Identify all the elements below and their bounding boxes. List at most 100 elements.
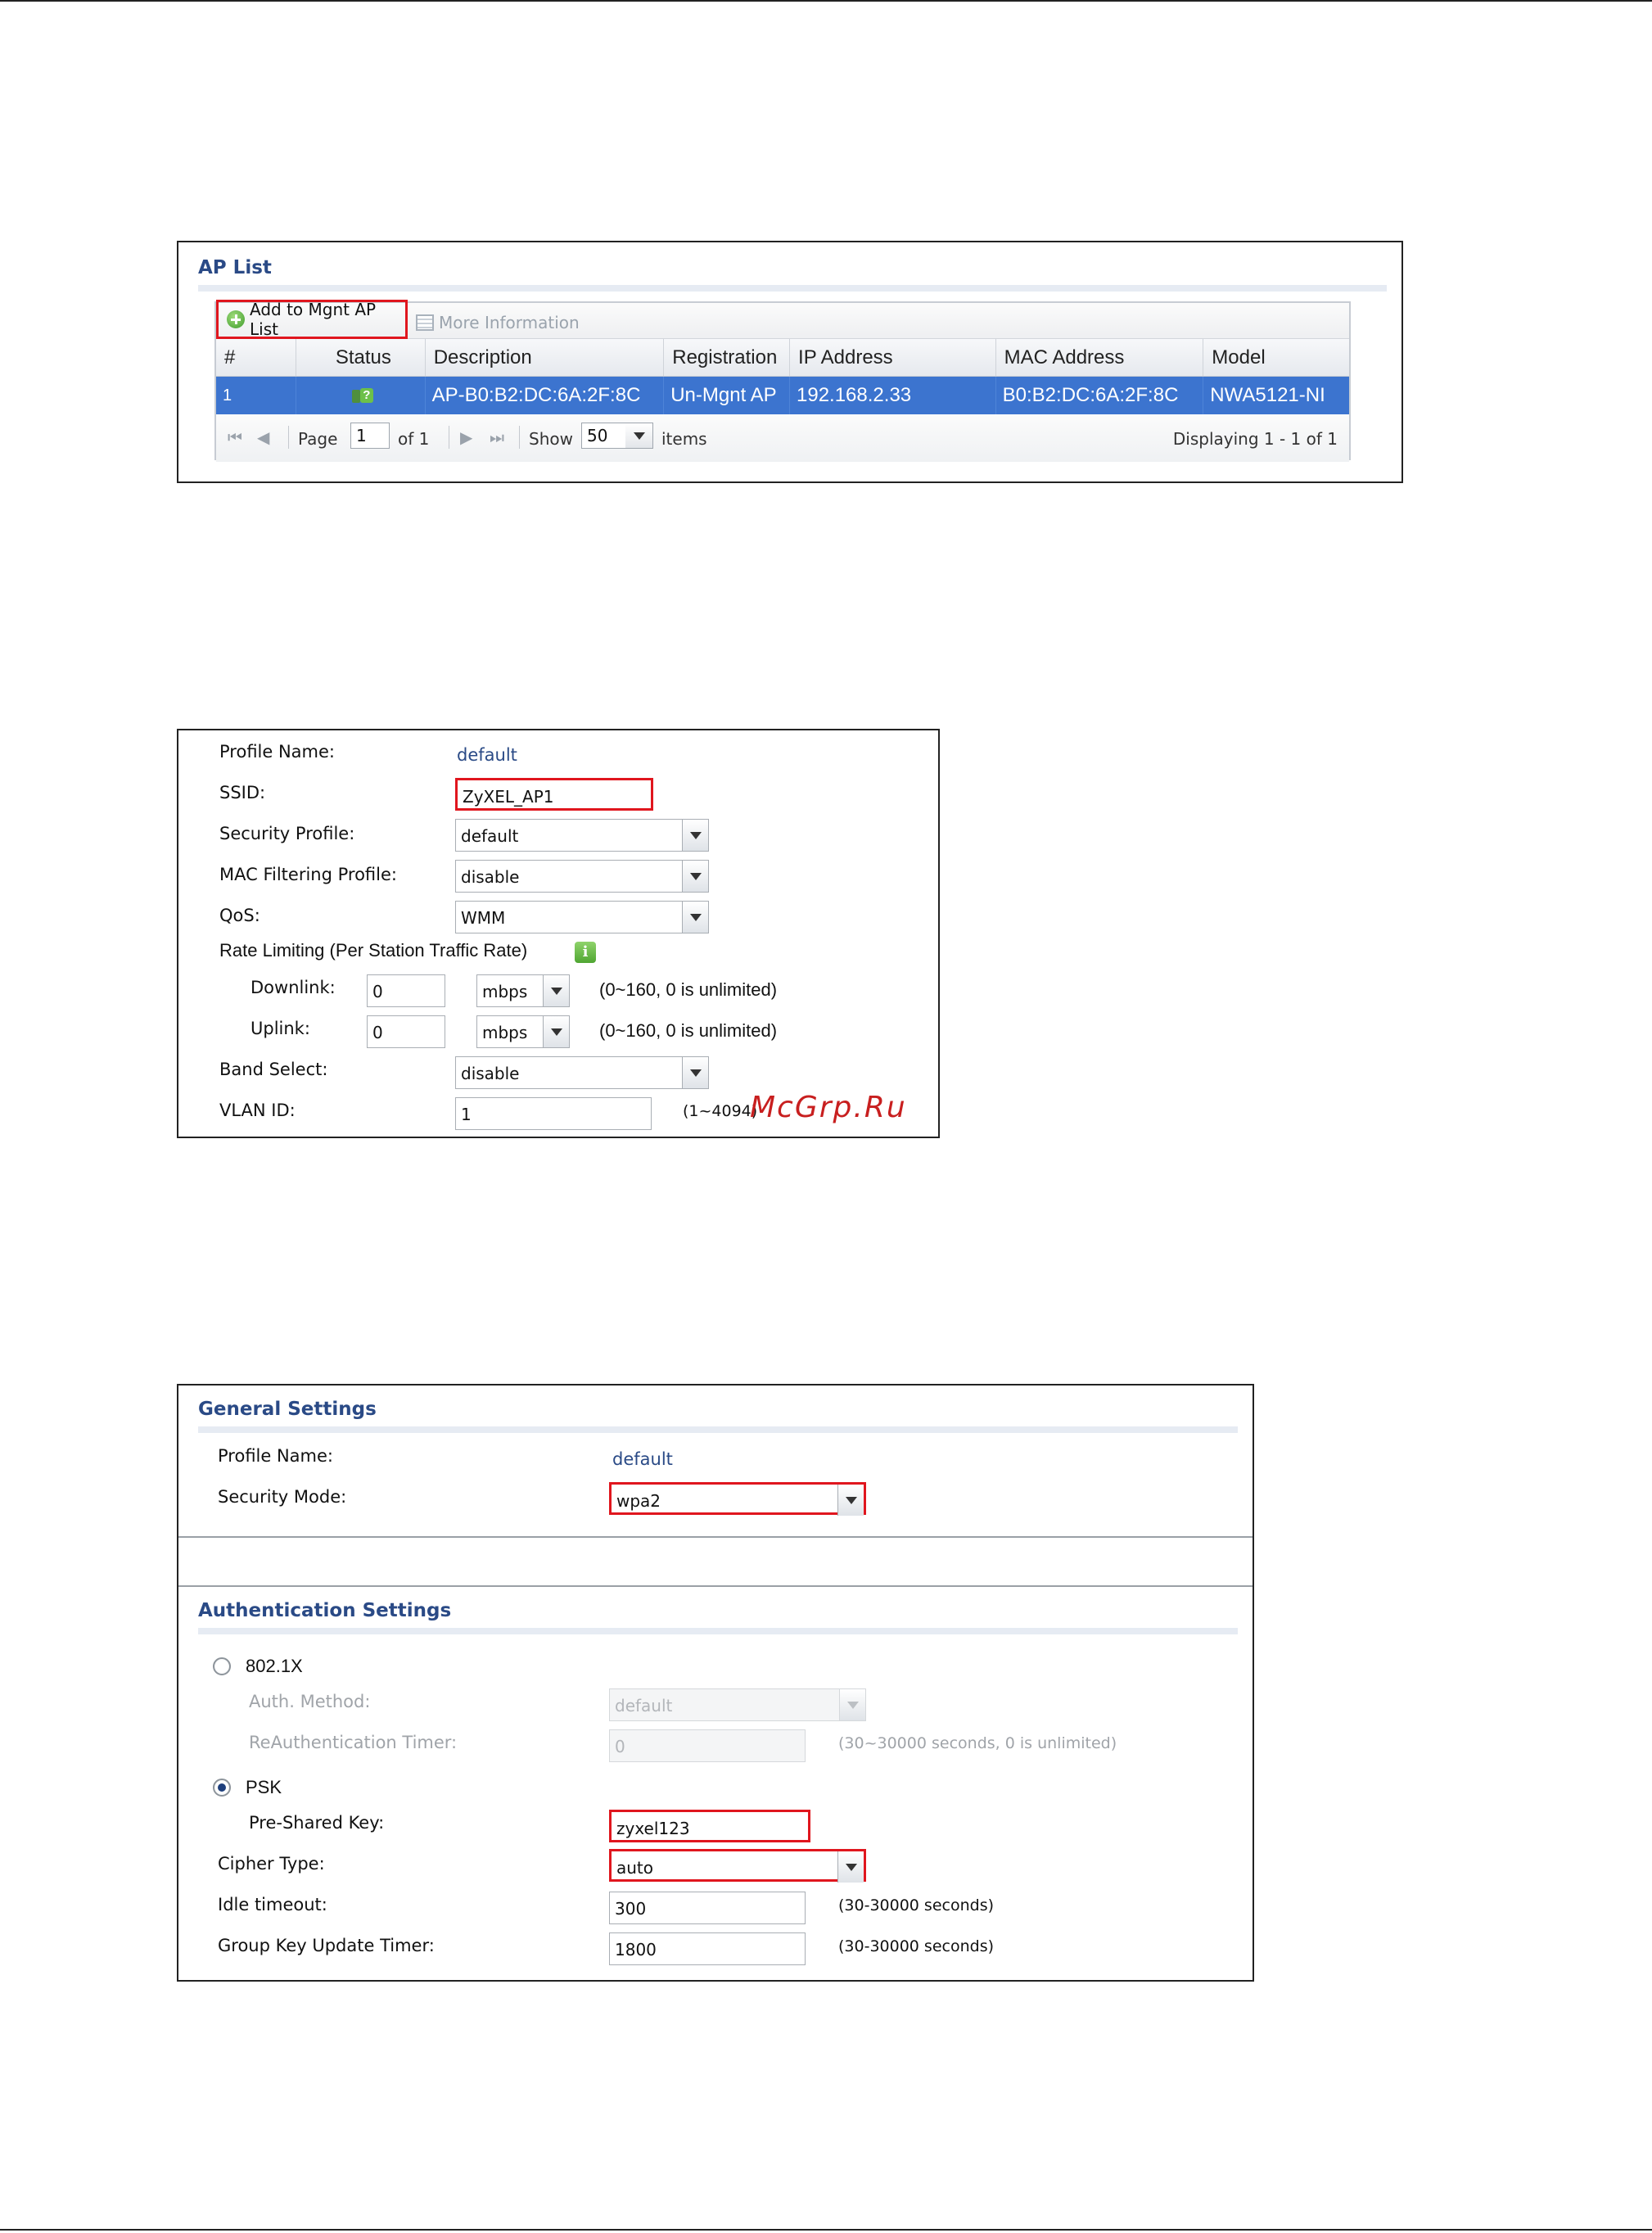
authentication-settings-title: Authentication Settings bbox=[198, 1600, 452, 1621]
security-profile-panel: General Settings Profile Name: default S… bbox=[177, 1384, 1254, 1982]
radio-psk[interactable] bbox=[213, 1779, 231, 1797]
downlink-input[interactable]: 0 bbox=[367, 974, 445, 1007]
security-profile-select[interactable]: default bbox=[455, 819, 709, 852]
security-profile-value: default bbox=[461, 826, 519, 846]
cipher-type-select[interactable]: auto bbox=[609, 1849, 866, 1883]
cell-status bbox=[296, 377, 426, 414]
radio-8021x[interactable] bbox=[213, 1657, 231, 1675]
downlink-hint: (0~160, 0 is unlimited) bbox=[599, 979, 778, 1000]
auth-method-label: Auth. Method: bbox=[249, 1692, 371, 1711]
ap-list-grid: Add to Mgnt AP List More Information # S… bbox=[214, 300, 1351, 462]
uplink-input[interactable]: 0 bbox=[367, 1015, 445, 1048]
idle-timeout-hint: (30-30000 seconds) bbox=[838, 1896, 994, 1914]
vlan-id-input[interactable]: 1 bbox=[455, 1097, 652, 1130]
column-header-ip-address[interactable]: IP Address bbox=[790, 339, 996, 376]
security-profile-label: Security Profile: bbox=[219, 824, 355, 843]
info-icon[interactable]: i bbox=[575, 942, 596, 963]
vlan-id-hint: (1~4094) bbox=[683, 1102, 758, 1120]
pre-shared-key-input[interactable]: zyxel123 bbox=[609, 1810, 810, 1842]
ap-list-title: AP List bbox=[198, 257, 272, 278]
mac-filtering-profile-select[interactable]: disable bbox=[455, 860, 709, 893]
section-divider bbox=[178, 1536, 1253, 1538]
pager-separator bbox=[519, 426, 520, 449]
mac-filtering-profile-label: MAC Filtering Profile: bbox=[219, 865, 397, 884]
security-mode-label: Security Mode: bbox=[218, 1487, 347, 1507]
profile-name-label: Profile Name: bbox=[218, 1446, 334, 1466]
radio-psk-label: PSK bbox=[246, 1777, 282, 1797]
column-header-registration[interactable]: Registration bbox=[664, 339, 791, 376]
cell-ip-address: 192.168.2.33 bbox=[790, 377, 996, 414]
next-page-icon[interactable]: ▶ bbox=[460, 427, 472, 447]
general-settings-rule bbox=[198, 1426, 1238, 1433]
auth-method-select[interactable]: default bbox=[609, 1688, 866, 1721]
chevron-down-icon[interactable] bbox=[837, 1485, 864, 1516]
band-select-select[interactable]: disable bbox=[455, 1056, 709, 1089]
profile-name-label: Profile Name: bbox=[219, 742, 336, 762]
column-header-index[interactable]: # bbox=[216, 339, 296, 376]
first-page-icon[interactable]: ⏮ bbox=[228, 427, 242, 447]
qos-value: WMM bbox=[461, 908, 506, 928]
general-settings-title: General Settings bbox=[198, 1399, 377, 1420]
profile-name-value: default bbox=[457, 745, 517, 765]
downlink-unit-select[interactable]: mbps bbox=[476, 974, 570, 1007]
displaying-count: Displaying 1 - 1 of 1 bbox=[1172, 429, 1338, 449]
uplink-unit-select[interactable]: mbps bbox=[476, 1015, 570, 1048]
group-key-update-timer-input[interactable]: 1800 bbox=[609, 1932, 806, 1965]
page-label: Page bbox=[298, 429, 338, 449]
ssid-input[interactable]: ZyXEL_AP1 bbox=[455, 778, 653, 811]
cell-mac-address: B0:B2:DC:6A:2F:8C bbox=[996, 377, 1204, 414]
document-icon bbox=[416, 314, 434, 331]
auth-method-value: default bbox=[615, 1696, 673, 1715]
pre-shared-key-label: Pre-Shared Key: bbox=[249, 1813, 385, 1833]
column-header-mac-address[interactable]: MAC Address bbox=[996, 339, 1204, 376]
security-mode-select[interactable]: wpa2 bbox=[609, 1482, 866, 1516]
chevron-down-icon[interactable] bbox=[682, 820, 708, 851]
more-information-button[interactable]: More Information bbox=[411, 303, 580, 342]
chevron-down-icon[interactable] bbox=[837, 1851, 864, 1883]
table-row[interactable]: 1 AP-B0:B2:DC:6A:2F:8C Un-Mgnt AP 192.16… bbox=[216, 377, 1349, 414]
security-mode-value: wpa2 bbox=[616, 1491, 661, 1511]
group-key-update-timer-label: Group Key Update Timer: bbox=[218, 1936, 435, 1955]
ssid-profile-panel: Profile Name: default SSID: ZyXEL_AP1 Se… bbox=[177, 729, 940, 1138]
section-divider bbox=[178, 1585, 1253, 1587]
ap-list-panel: AP List Add to Mgnt AP List More Informa… bbox=[177, 241, 1403, 483]
downlink-unit-value: mbps bbox=[482, 982, 528, 1001]
cell-registration: Un-Mgnt AP bbox=[664, 377, 790, 414]
chevron-down-icon[interactable] bbox=[682, 861, 708, 892]
column-header-model[interactable]: Model bbox=[1203, 339, 1349, 376]
page-number-input[interactable]: 1 bbox=[350, 423, 390, 449]
qos-select[interactable]: WMM bbox=[455, 901, 709, 933]
last-page-icon[interactable]: ⏭ bbox=[490, 427, 504, 447]
chevron-down-icon[interactable] bbox=[543, 975, 569, 1006]
ap-unknown-status-icon bbox=[351, 386, 373, 405]
page-top-rule bbox=[0, 0, 1652, 2]
idle-timeout-label: Idle timeout: bbox=[218, 1895, 327, 1914]
band-select-value: disable bbox=[461, 1064, 520, 1083]
ssid-label: SSID: bbox=[219, 783, 266, 802]
profile-name-value: default bbox=[612, 1449, 673, 1469]
radio-8021x-label: 802.1X bbox=[246, 1656, 303, 1676]
column-header-status[interactable]: Status bbox=[296, 339, 426, 376]
pagination-bar: ⏮ ◀ Page 1 of 1 ▶ ⏭ Show 50 items Displa… bbox=[216, 414, 1349, 462]
show-label: Show bbox=[529, 429, 573, 449]
ap-list-toolbar: Add to Mgnt AP List More Information bbox=[216, 300, 1349, 342]
chevron-down-icon[interactable] bbox=[839, 1689, 865, 1720]
reauthentication-timer-input[interactable]: 0 bbox=[609, 1729, 806, 1762]
cell-index: 1 bbox=[216, 377, 296, 414]
chevron-down-icon[interactable] bbox=[682, 902, 708, 933]
cipher-type-value: auto bbox=[616, 1858, 654, 1878]
column-header-description[interactable]: Description bbox=[426, 339, 665, 376]
uplink-unit-value: mbps bbox=[482, 1023, 528, 1042]
uplink-hint: (0~160, 0 is unlimited) bbox=[599, 1020, 778, 1041]
cipher-type-label: Cipher Type: bbox=[218, 1854, 325, 1874]
more-information-label: More Information bbox=[439, 313, 580, 332]
previous-page-icon[interactable]: ◀ bbox=[257, 427, 269, 447]
add-to-mgnt-ap-list-button[interactable]: Add to Mgnt AP List bbox=[216, 300, 408, 339]
chevron-down-icon[interactable] bbox=[543, 1016, 569, 1047]
items-per-page-select[interactable]: 50 bbox=[581, 423, 627, 449]
chevron-down-icon[interactable] bbox=[682, 1057, 708, 1088]
chevron-down-icon[interactable] bbox=[625, 423, 653, 449]
idle-timeout-input[interactable]: 300 bbox=[609, 1892, 806, 1924]
band-select-label: Band Select: bbox=[219, 1060, 328, 1079]
rate-limiting-label: Rate Limiting (Per Station Traffic Rate) bbox=[219, 940, 528, 961]
